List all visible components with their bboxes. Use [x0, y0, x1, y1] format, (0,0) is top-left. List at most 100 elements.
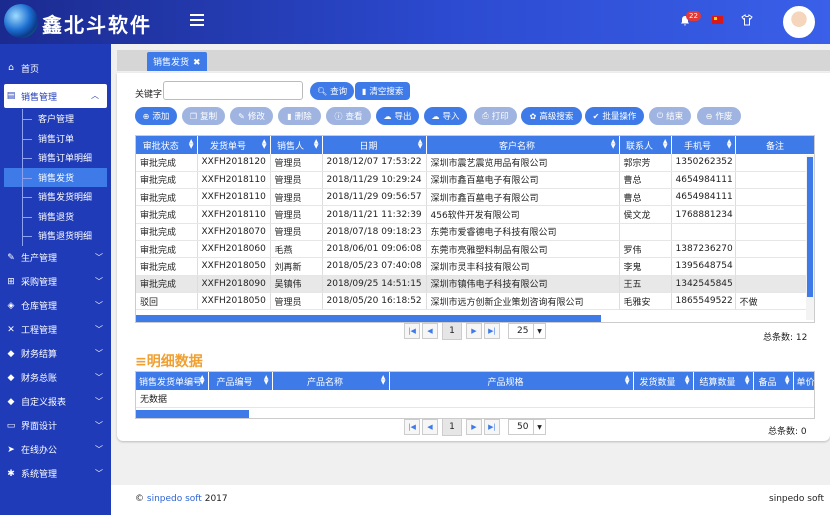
sidebar-item-production[interactable]: ✎ 生产管理 ﹀ [0, 246, 111, 270]
tab-sales-delivery[interactable]: 销售发货 ✖ [147, 52, 207, 71]
table-cell: 审批完成 [136, 275, 198, 293]
first-page-button[interactable]: |◀ [404, 419, 420, 435]
table-row[interactable]: 审批完成 XXFH2018110 管理员 2018/11/21 11:32:39 456… [136, 205, 814, 224]
check-circle-icon: ✔ [592, 111, 600, 121]
main-column-header[interactable]: 备注▲▼ [735, 136, 814, 154]
void-button[interactable]: ⊖ 作废 [697, 107, 741, 125]
sidebar-item-system[interactable]: ✱ 系统管理 ﹀ [0, 462, 111, 486]
user-avatar[interactable] [783, 6, 815, 38]
cubes-icon: ◈ [7, 300, 15, 311]
table-row[interactable]: 审批完成 XXFH2018110 管理员 2018/11/29 10:29:24 深圳市… [136, 171, 814, 190]
sidebar-item-finance-settle[interactable]: ◆ 财务结算 ﹀ [0, 342, 111, 366]
table-row[interactable]: 审批完成 XXFH2018050 刘再新 2018/05/23 07:40:08 深圳市… [136, 257, 814, 276]
last-page-button[interactable]: ▶| [484, 323, 500, 339]
sidebar-sub-sales-order-detail[interactable]: 销售订单明细 [0, 148, 111, 168]
import-button[interactable]: ☁ 导入 [424, 107, 467, 125]
first-page-button[interactable]: |◀ [404, 323, 420, 339]
detail-column-header[interactable]: 产品编号 ▲ ▼ [208, 372, 273, 390]
table-row[interactable]: 审批完成 XXFH2018090 吴镇伟 2018/09/25 14:51:15 深圳市… [136, 275, 814, 293]
sidebar-item-ledger[interactable]: ◆ 财务总账 ﹀ [0, 366, 111, 390]
home-icon: ⌂ [8, 63, 14, 73]
table-cell [735, 275, 814, 293]
sidebar-item-purchase[interactable]: ⊞ 采购管理 ﹀ [0, 270, 111, 294]
main-column-header[interactable]: 客户名称 ▲ ▼ [426, 136, 620, 154]
table-cell [735, 171, 814, 190]
paw-icon: ✿ [529, 111, 537, 121]
menu-toggle-icon[interactable] [190, 14, 204, 26]
table-cell: 审批完成 [136, 188, 198, 207]
next-page-button[interactable]: ▶ [466, 419, 482, 435]
sidebar-item-warehouse[interactable]: ◈ 仓库管理 ﹀ [0, 294, 111, 318]
clear-search-button[interactable]: ▮ 清空搜索 [355, 82, 411, 100]
view-button[interactable]: ⓘ 查看 [326, 107, 371, 125]
table-row[interactable]: 审批完成 XXFH2018120 管理员 2018/12/07 17:53:22 深圳市… [136, 154, 814, 172]
export-button[interactable]: ☁ 导出 [376, 107, 419, 125]
table-row[interactable]: 审批完成 XXFH2018060 毛燕 2018/06/01 09:06:08 东莞市亮… [136, 240, 814, 259]
prev-page-button[interactable]: ◀ [422, 323, 438, 339]
prev-page-button[interactable]: ◀ [422, 419, 438, 435]
footer-link[interactable]: sinpedo soft [147, 494, 202, 504]
sidebar-sub-sales-delivery-detail[interactable]: 销售发货明细 [0, 187, 111, 207]
sidebar-item-custom-report[interactable]: ◆ 自定义报表 ﹀ [0, 390, 111, 414]
table-cell: 2018/11/29 10:29:24 [322, 171, 427, 190]
pencil-icon: ✎ [238, 111, 245, 121]
language-flag-icon[interactable] [712, 16, 723, 24]
table-cell: XXFH2018120 [197, 154, 271, 172]
copy-button[interactable]: ❐ 复制 [182, 107, 225, 125]
detail-column-header[interactable]: 结算数量 ▲ ▼ [693, 372, 754, 390]
detail-horizontal-scrollbar[interactable] [136, 410, 249, 418]
main-column-header[interactable]: 手机号 ▲ ▼ [671, 136, 736, 154]
sort-icon: ▲ ▼ [313, 138, 319, 150]
detail-column-header[interactable]: 产品规格 ▲ ▼ [389, 372, 634, 390]
edit-button[interactable]: ✎ 修改 [230, 107, 273, 125]
add-button[interactable]: ⊕ 添加 [135, 107, 177, 125]
table-cell: 审批完成 [136, 257, 198, 276]
detail-column-header[interactable]: 销售发货单编号 ▲ ▼ [136, 372, 209, 390]
main-column-header[interactable]: 发货单号 ▲ ▼ [197, 136, 271, 154]
main-column-header[interactable]: 日期 ▲ ▼ [322, 136, 427, 154]
detail-column-header[interactable]: 发货数量 ▲ ▼ [633, 372, 694, 390]
sidebar-sub-sales-delivery[interactable]: 销售发货 [4, 167, 107, 187]
main-panel: 关键字 🔍︎ 查询 ▮ 清空搜索 ⊕ 添加 ❐ 复制 ✎ 修改 ▮ 删除 ⓘ 查看 ☁ 导出 ☁… [117, 73, 830, 441]
detail-column-header[interactable]: 产品名称 ▲ ▼ [272, 372, 390, 390]
sidebar-sub-customer[interactable]: 客户管理 [0, 109, 111, 129]
print-button[interactable]: ⎙ 打印 [474, 107, 517, 125]
table-cell [619, 223, 672, 241]
sidebar-sub-sales-return[interactable]: 销售退货 [0, 206, 111, 227]
detail-column-header[interactable]: 备品 ▲ ▼ [753, 372, 794, 390]
page-number[interactable]: 1 [442, 418, 462, 436]
page-size-select[interactable]: 50 ▼ [508, 419, 546, 435]
sidebar-item-ui-design[interactable]: ▭ 界面设计 ﹀ [0, 414, 111, 438]
sidebar-sub-sales-order[interactable]: 销售订单 [0, 128, 111, 149]
sidebar-item-engineering[interactable]: ✕ 工程管理 ﹀ [0, 318, 111, 342]
table-row[interactable]: 审批完成 XXFH2018110 管理员 2018/11/29 09:56:57 深圳市… [136, 188, 814, 207]
sidebar-item-sales[interactable]: ▤ 销售管理 ︿ [4, 84, 107, 108]
tab-strip: 销售发货 ✖ [117, 50, 830, 71]
query-button[interactable]: 🔍︎ 查询 [310, 82, 355, 100]
table-row[interactable]: 驳回 XXFH2018050 管理员 2018/05/20 16:18:52 深圳市远方… [136, 292, 814, 311]
main-column-header[interactable]: 销售人 ▲ ▼ [270, 136, 323, 154]
theme-shirt-icon[interactable] [741, 14, 753, 26]
next-page-button[interactable]: ▶ [466, 323, 482, 339]
close-tab-icon[interactable]: ✖ [193, 58, 201, 68]
table-row[interactable]: 审批完成 XXFH2018070 管理员 2018/07/18 09:18:23 东莞市… [136, 223, 814, 241]
main-column-header[interactable]: 联系人 ▲ ▼ [619, 136, 672, 154]
detail-column-header[interactable]: 单价▲▼ [793, 372, 814, 390]
grid-vertical-scrollbar[interactable] [806, 155, 814, 320]
caret-down-icon: ▼ [533, 324, 545, 338]
last-page-button[interactable]: ▶| [484, 419, 500, 435]
delete-button[interactable]: ▮ 删除 [278, 107, 321, 125]
sidebar-item-office[interactable]: ➤ 在线办公 ﹀ [0, 438, 111, 462]
finish-button[interactable]: ⏻ 结束 [649, 107, 691, 125]
sidebar-sub-sales-return-detail[interactable]: 销售退货明细 [0, 226, 111, 246]
page-size-select[interactable]: 25 ▼ [508, 323, 546, 339]
sidebar-item-home[interactable]: ⌂ 首页 [0, 56, 111, 80]
keyword-input[interactable] [163, 81, 303, 100]
batch-operation-button[interactable]: ✔ 批量操作 [585, 107, 644, 125]
advanced-search-button[interactable]: ✿ 高级搜索 [521, 107, 582, 125]
page-number[interactable]: 1 [442, 322, 462, 340]
table-cell: 2018/05/20 16:18:52 [322, 292, 427, 311]
main-column-header[interactable]: 审批状态 ▲ ▼ [136, 136, 198, 154]
table-cell: 毛燕 [270, 240, 323, 259]
table-cell [735, 257, 814, 276]
